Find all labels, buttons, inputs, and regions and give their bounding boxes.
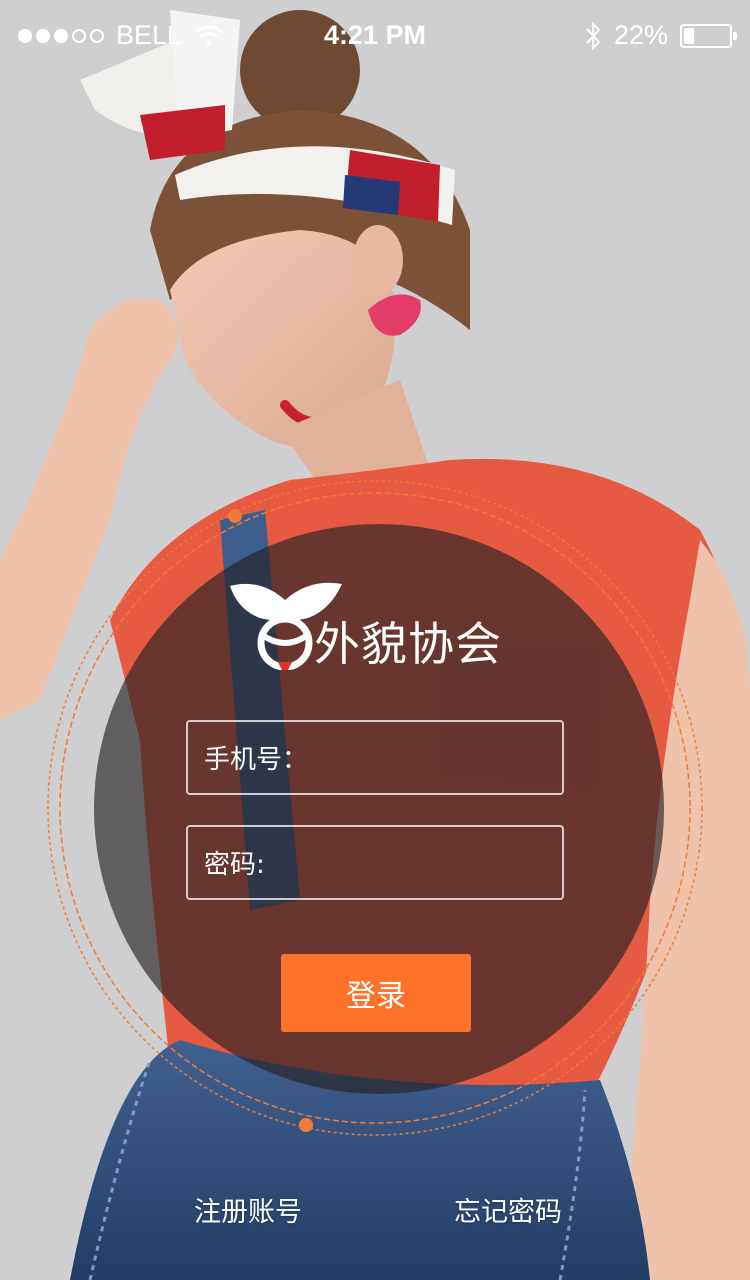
password-label: 密码:: [204, 850, 265, 880]
battery-icon: [680, 23, 737, 48]
battery-level: [684, 27, 694, 44]
password-input[interactable]: [264, 826, 593, 899]
status-bar: BELL 4:21 PM 22%: [0, 0, 750, 72]
brand-name: 外貌协会: [314, 617, 502, 671]
phone-label: 手机号：: [204, 745, 309, 775]
phone-field[interactable]: 手机号：: [186, 720, 637, 795]
phone-input[interactable]: [308, 721, 637, 794]
forgot-password-link[interactable]: 忘记密码: [454, 1190, 562, 1229]
status-right: 22%: [584, 20, 737, 51]
bluetooth-icon: [586, 21, 601, 50]
login-button[interactable]: 登录: [281, 954, 471, 1032]
register-link[interactable]: 注册账号: [194, 1190, 302, 1229]
battery-percent: 22%: [613, 20, 668, 50]
password-field[interactable]: 密码:: [186, 825, 593, 900]
